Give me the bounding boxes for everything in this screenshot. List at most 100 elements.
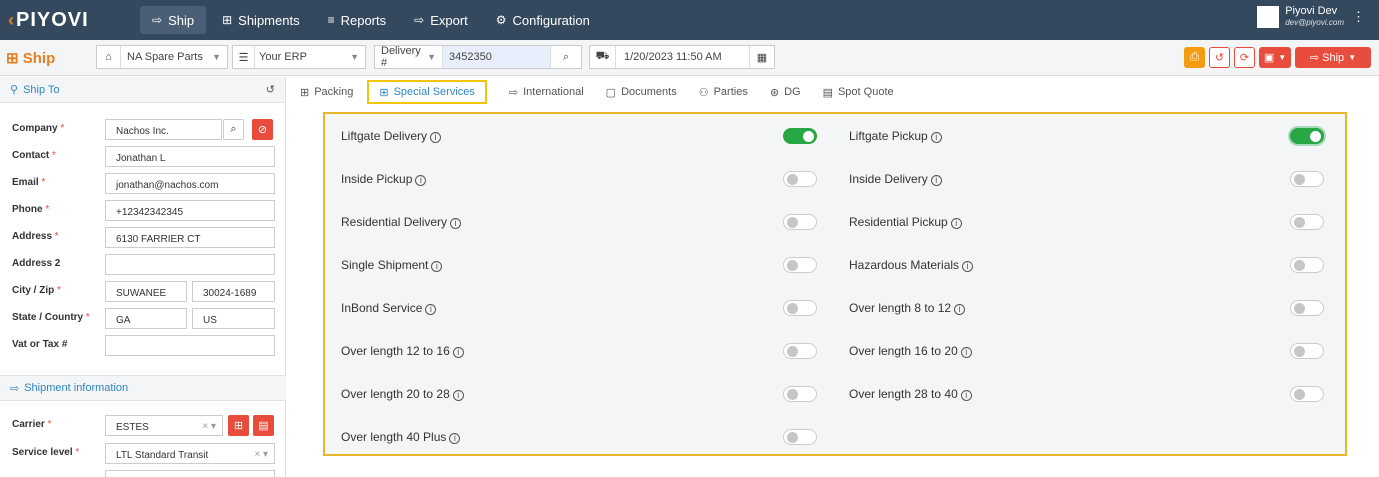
carrier-select[interactable]: ESTES × ▾	[105, 415, 223, 436]
service-row-over-length-28-to-40: Over length 28 to 40 i	[833, 382, 1333, 406]
shipment-tabs: ⊞ Packing ⊞ Special Services ⇨ Internationa…	[300, 79, 916, 105]
tab-label: Documents	[621, 86, 677, 98]
info-icon[interactable]: i	[450, 217, 462, 229]
info-icon[interactable]: i	[960, 346, 972, 358]
kebab-menu-icon[interactable]: ⋮	[1352, 9, 1365, 25]
toggle-single-shipment[interactable]	[783, 257, 817, 273]
ship-date-input[interactable]: 1/20/2023 11:50 AM	[616, 46, 750, 68]
toggle-knob	[787, 346, 798, 357]
service-label-text: Liftgate Pickup	[849, 129, 928, 143]
toggle-knob	[787, 260, 798, 271]
info-icon[interactable]: i	[954, 303, 966, 315]
toggle-inside-delivery[interactable]	[1290, 171, 1324, 187]
erp-icon: ☰	[233, 46, 255, 68]
nav-reports[interactable]: ≡ Reports	[316, 6, 399, 34]
location-select[interactable]: ⌂ NA Spare Parts ▼	[96, 45, 228, 69]
search-icon[interactable]: ⌕	[551, 46, 581, 68]
email-input[interactable]: jonathan@nachos.com	[105, 173, 275, 194]
nav-configuration[interactable]: ⚙ Configuration	[484, 6, 602, 34]
tab-packing[interactable]: ⊞ Packing	[300, 80, 353, 104]
info-icon[interactable]: i	[930, 131, 942, 143]
toggle-knob	[1310, 131, 1321, 142]
ref-value-input[interactable]: 3452350	[443, 46, 551, 68]
user-name: Piyovi Dev	[1285, 5, 1338, 17]
nav-shipments[interactable]: ⊞ Shipments	[210, 6, 311, 34]
state-input[interactable]: GA	[105, 308, 187, 329]
service-row-liftgate-delivery: Liftgate Delivery i	[325, 124, 825, 148]
info-icon[interactable]: i	[425, 303, 437, 315]
toggle-over-length-16-to-20[interactable]	[1290, 343, 1324, 359]
left-panel: ⚲ Ship To ↺ Company * Nachos Inc. ⌕ ⊘ Con…	[0, 77, 286, 477]
info-icon[interactable]: i	[962, 260, 974, 272]
toggle-over-length-28-to-40[interactable]	[1290, 386, 1324, 402]
brand-logo[interactable]: ‹PIYOVI	[8, 9, 128, 32]
info-icon[interactable]: i	[452, 346, 464, 358]
tab-parties[interactable]: ⚇ Parties	[699, 80, 748, 104]
user-email: dev@piyovi.com	[1285, 18, 1344, 27]
ref-type-select[interactable]: Delivery # ▼	[375, 45, 443, 69]
ship-button[interactable]: ⇨ Ship ▼	[1295, 47, 1371, 68]
shipment-info-header: ⇨ Shipment information	[0, 375, 286, 401]
service-label: Single Shipment i	[341, 258, 443, 272]
zip-input[interactable]: 30024-1689	[192, 281, 275, 302]
field-label: Email *	[12, 177, 46, 188]
print-button[interactable]: ⎙	[1184, 47, 1205, 68]
contact-input[interactable]: Jonathan L	[105, 146, 275, 167]
history-icon[interactable]: ↺	[266, 83, 275, 96]
toggle-over-length-20-to-28[interactable]	[783, 386, 817, 402]
tab-spot-quote[interactable]: ▤ Spot Quote	[823, 80, 894, 104]
city-input[interactable]: SUWANEE	[105, 281, 187, 302]
tab-special-services[interactable]: ⊞ Special Services	[367, 80, 487, 104]
toggle-residential-delivery[interactable]	[783, 214, 817, 230]
tab-label: International	[523, 86, 584, 98]
history-button[interactable]: ↺	[1209, 47, 1230, 68]
nav-export[interactable]: ⇨ Export	[402, 6, 480, 34]
info-icon[interactable]: i	[431, 260, 443, 272]
info-icon[interactable]: i	[449, 432, 461, 444]
info-icon[interactable]: i	[430, 131, 442, 143]
vat-input[interactable]	[105, 335, 275, 356]
user-menu[interactable]: Piyovi Dev dev@piyovi.com ⋮	[1257, 6, 1365, 28]
erp-select[interactable]: ☰ Your ERP ▼	[232, 45, 366, 69]
save-icon: ▣	[1263, 52, 1275, 64]
phone-input[interactable]: +12342342345	[105, 200, 275, 221]
tab-international[interactable]: ⇨ International	[509, 80, 584, 104]
rate-button[interactable]: ⊞	[228, 415, 249, 436]
country-input[interactable]: US	[192, 308, 275, 329]
address2-input[interactable]	[105, 254, 275, 275]
toggle-liftgate-pickup[interactable]	[1290, 128, 1324, 144]
rate-list-button[interactable]: ▤	[253, 415, 274, 436]
toggle-liftgate-delivery[interactable]	[783, 128, 817, 144]
info-icon[interactable]: i	[452, 389, 464, 401]
info-icon[interactable]: i	[950, 217, 962, 229]
toggle-over-length-8-to-12[interactable]	[1290, 300, 1324, 316]
tab-label: Spot Quote	[837, 86, 894, 98]
search-icon[interactable]: ⌕	[223, 119, 244, 140]
tab-documents[interactable]: ▢ Documents	[606, 80, 677, 104]
toggle-inside-pickup[interactable]	[783, 171, 817, 187]
logo-chevron-icon: ‹	[8, 9, 15, 30]
save-dropdown-button[interactable]: ▣ ▼	[1259, 47, 1291, 68]
nav-ship[interactable]: ⇨ Ship	[140, 6, 207, 34]
field-label: Address 2	[12, 258, 61, 269]
toggle-hazardous-materials[interactable]	[1290, 257, 1324, 273]
verify-address-button[interactable]: ⊘	[252, 119, 273, 140]
refresh-icon: ⟳	[1239, 52, 1250, 64]
tab-dg[interactable]: ⊛ DG	[770, 80, 801, 104]
company-input[interactable]: Nachos Inc.	[105, 119, 222, 140]
toggle-over-length-12-to-16[interactable]	[783, 343, 817, 359]
service-level-select[interactable]: LTL Standard Transit × ▾	[105, 443, 275, 464]
toggle-residential-pickup[interactable]	[1290, 214, 1324, 230]
info-icon[interactable]: i	[960, 389, 972, 401]
calendar-icon[interactable]: ▦	[750, 46, 774, 68]
toggle-over-length-40-plus[interactable]	[783, 429, 817, 445]
field-label: State / Country *	[12, 312, 90, 323]
phone-row: Phone * +12342342345	[0, 200, 286, 222]
info-icon[interactable]: i	[930, 174, 942, 186]
info-icon[interactable]: i	[415, 174, 427, 186]
service-label: Residential Delivery i	[341, 215, 462, 229]
toggle-inbond-service[interactable]	[783, 300, 817, 316]
refresh-button[interactable]: ⟳	[1234, 47, 1255, 68]
partial-input[interactable]	[105, 470, 275, 477]
address-input[interactable]: 6130 FARRIER CT	[105, 227, 275, 248]
